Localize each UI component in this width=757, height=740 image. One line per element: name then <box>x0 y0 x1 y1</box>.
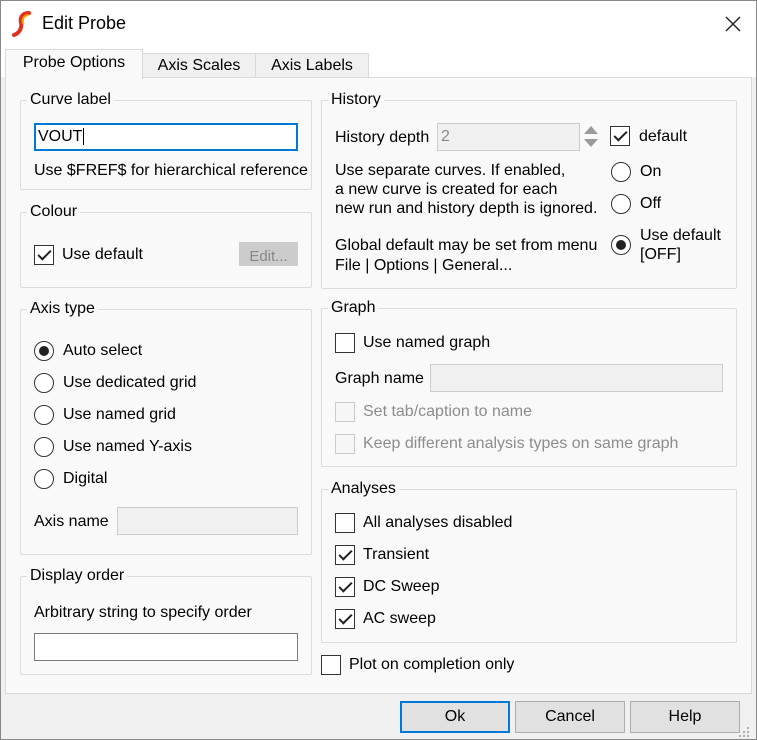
plot-on-completion-checkbox[interactable] <box>321 655 341 675</box>
graph-group-title: Graph <box>328 299 379 317</box>
graph-name-input[interactable] <box>430 364 723 392</box>
curve-label-value: VOUT <box>38 128 83 145</box>
use-named-graph-label: Use named graph <box>363 334 491 351</box>
ac-sweep-label: AC sweep <box>363 610 436 627</box>
ac-sweep-checkbox[interactable] <box>335 609 355 629</box>
axis-auto-select-label: Auto select <box>63 342 143 359</box>
help-button[interactable]: Help <box>630 701 740 733</box>
resize-grip-icon[interactable] <box>737 725 751 739</box>
axis-name-input[interactable] <box>117 507 298 535</box>
history-use-default-label: Use default <box>640 227 721 244</box>
history-default-checkbox[interactable] <box>610 126 630 146</box>
help-button-label: Help <box>668 708 702 725</box>
history-separate-text-2: a new curve is created for each <box>335 181 558 198</box>
tab-axis-labels[interactable]: Axis Labels <box>255 53 369 78</box>
history-separate-text-1: Use separate curves. If enabled, <box>335 162 566 179</box>
spin-down-icon[interactable] <box>582 137 600 150</box>
spin-up-icon[interactable] <box>582 123 600 136</box>
dc-sweep-label: DC Sweep <box>363 578 440 595</box>
colour-use-default-label: Use default <box>62 246 143 263</box>
keep-different-analysis-checkbox[interactable] <box>335 434 355 454</box>
tab-probe-options[interactable]: Probe Options <box>5 49 143 79</box>
cancel-button-label: Cancel <box>545 708 595 725</box>
history-global-text-1: Global default may be set from menu <box>335 237 598 254</box>
display-order-input[interactable] <box>34 633 298 661</box>
simetrix-logo-icon <box>12 11 31 37</box>
colour-edit-button[interactable]: Edit... <box>239 242 298 266</box>
history-on-radio[interactable] <box>611 162 631 182</box>
history-depth-input[interactable]: 2 <box>437 123 580 151</box>
history-global-text-2: File | Options | General... <box>335 257 513 274</box>
history-group-title: History <box>328 91 384 109</box>
history-off-radio[interactable] <box>611 194 631 214</box>
display-order-group-title: Display order <box>27 567 128 585</box>
ok-button-label: Ok <box>444 708 466 725</box>
curve-label-hint: Use $FREF$ for hierarchical reference <box>34 162 308 179</box>
dc-sweep-checkbox[interactable] <box>335 577 355 597</box>
history-separate-text-3: new run and history depth is ignored. <box>335 200 598 217</box>
text-cursor <box>83 128 85 145</box>
transient-checkbox[interactable] <box>335 545 355 565</box>
axis-name-label: Axis name <box>34 513 109 530</box>
history-on-label: On <box>640 163 662 180</box>
all-analyses-disabled-label: All analyses disabled <box>363 514 513 531</box>
history-off-label: Off <box>640 195 662 212</box>
axis-type-group-title: Axis type <box>27 300 98 318</box>
curve-label-input[interactable]: VOUT <box>34 123 298 151</box>
window-title: Edit Probe <box>42 13 127 33</box>
tab-axis-scales[interactable]: Axis Scales <box>142 53 256 78</box>
history-default-label: default <box>639 128 688 145</box>
colour-edit-button-label: Edit... <box>249 248 288 265</box>
axis-auto-select-radio[interactable] <box>34 341 54 361</box>
ok-button[interactable]: Ok <box>400 701 510 733</box>
axis-named-y-axis-radio[interactable] <box>34 437 54 457</box>
use-named-graph-checkbox[interactable] <box>335 333 355 353</box>
set-tab-caption-label: Set tab/caption to name <box>363 403 532 420</box>
axis-digital-label: Digital <box>63 470 108 487</box>
history-use-default-value: [OFF] <box>640 246 681 263</box>
history-depth-value: 2 <box>441 128 450 145</box>
cancel-button[interactable]: Cancel <box>515 701 625 733</box>
colour-group-title: Colour <box>27 203 81 221</box>
axis-dedicated-grid-radio[interactable] <box>34 373 54 393</box>
axis-digital-radio[interactable] <box>34 469 54 489</box>
title-bar: Edit Probe <box>1 1 756 47</box>
tab-label: Axis Scales <box>157 57 241 74</box>
plot-on-completion-label: Plot on completion only <box>349 656 515 673</box>
tab-label: Probe Options <box>22 54 126 71</box>
history-use-default-radio[interactable] <box>611 235 631 255</box>
tab-label: Axis Labels <box>271 57 353 74</box>
axis-dedicated-grid-label: Use dedicated grid <box>63 374 197 391</box>
edit-probe-dialog: Edit Probe Probe Options Axis Scales Axi… <box>0 0 757 740</box>
transient-label: Transient <box>363 546 430 563</box>
colour-use-default-checkbox[interactable] <box>34 245 54 265</box>
axis-named-grid-label: Use named grid <box>63 406 176 423</box>
keep-different-analysis-label: Keep different analysis types on same gr… <box>363 435 679 452</box>
axis-named-y-axis-label: Use named Y-axis <box>63 438 192 455</box>
set-tab-caption-checkbox[interactable] <box>335 402 355 422</box>
history-depth-label: History depth <box>335 129 430 146</box>
all-analyses-disabled-checkbox[interactable] <box>335 513 355 533</box>
curve-label-group-title: Curve label <box>27 91 114 109</box>
axis-named-grid-radio[interactable] <box>34 405 54 425</box>
close-icon[interactable] <box>719 10 747 38</box>
display-order-hint: Arbitrary string to specify order <box>34 604 252 621</box>
graph-name-label: Graph name <box>335 370 424 387</box>
analyses-group-title: Analyses <box>328 480 399 498</box>
